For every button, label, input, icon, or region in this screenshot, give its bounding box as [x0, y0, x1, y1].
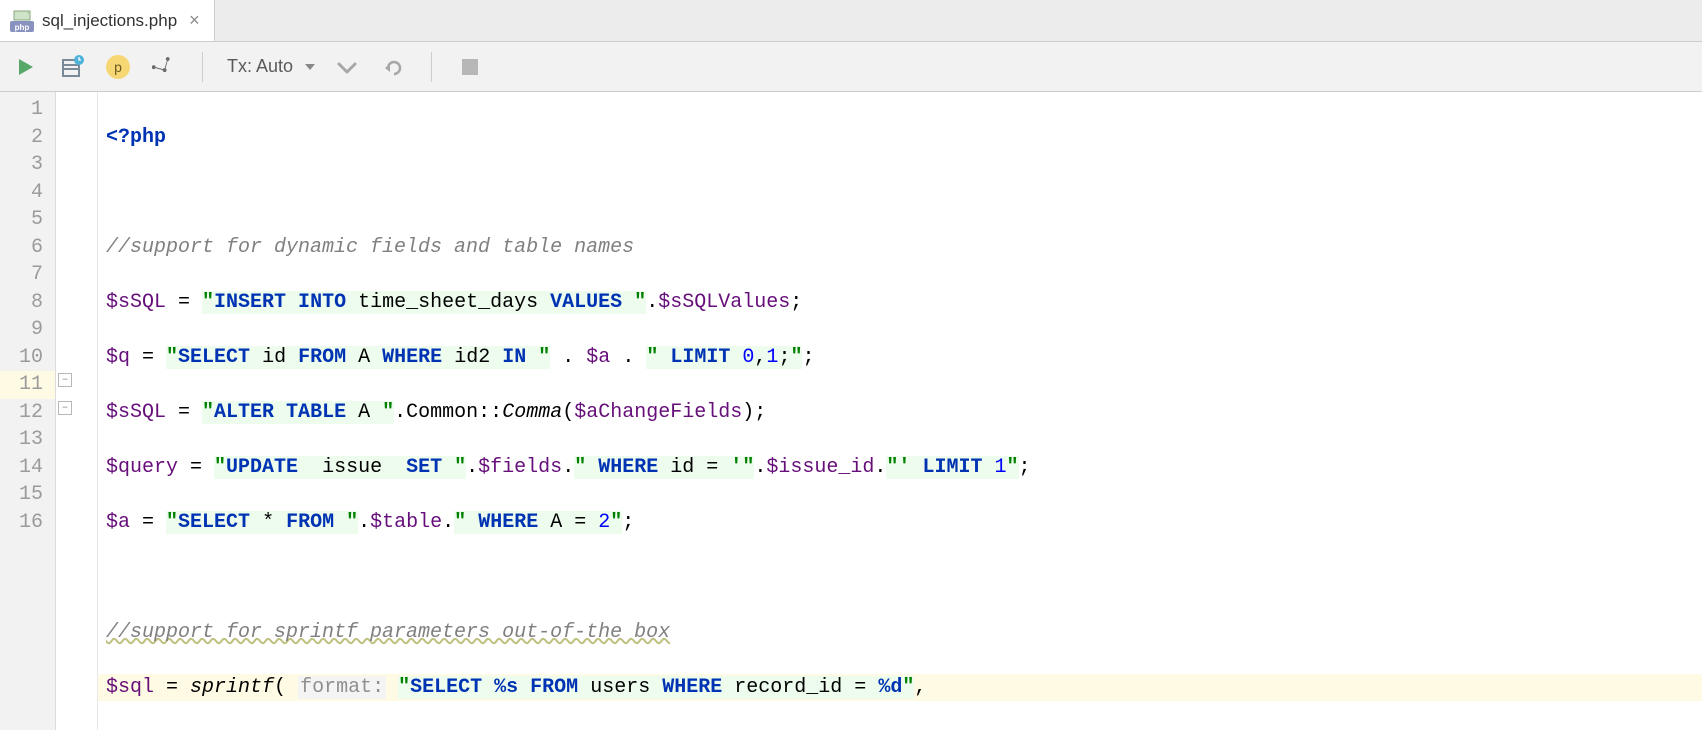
settings-button[interactable]	[150, 53, 178, 81]
run-button[interactable]	[12, 53, 40, 81]
line-number: 9	[0, 316, 55, 344]
toolbar-separator-2	[431, 52, 432, 82]
line-number: 5	[0, 206, 55, 234]
p-badge-button[interactable]: p	[104, 53, 132, 81]
svg-text:p: p	[114, 59, 122, 75]
line-number: 4	[0, 179, 55, 207]
svg-text:php: php	[15, 23, 30, 32]
line-number: 7	[0, 261, 55, 289]
line-number: 12	[0, 399, 55, 427]
comment: //support for dynamic fields and table n…	[106, 236, 634, 259]
toolbar-separator	[202, 52, 203, 82]
tx-mode-dropdown[interactable]: Tx: Auto	[227, 56, 315, 77]
tab-bar: php sql_injections.php ×	[0, 0, 1702, 42]
fold-marker-close[interactable]: –	[58, 401, 72, 415]
code-area[interactable]: <?php //support for dynamic fields and t…	[98, 92, 1702, 730]
line-number: 1	[0, 96, 55, 124]
line-number: 2	[0, 124, 55, 152]
history-button[interactable]	[58, 53, 86, 81]
tx-label: Tx: Auto	[227, 56, 293, 77]
tab-bar-empty	[215, 0, 1702, 41]
line-number: 10	[0, 344, 55, 372]
line-number: 8	[0, 289, 55, 317]
line-gutter: 1 2 3 4 5 6 7 8 9 10 11 12 13 14 15 16	[0, 92, 56, 730]
stop-button[interactable]	[456, 53, 484, 81]
line-number: 3	[0, 151, 55, 179]
php-open-tag: <?php	[106, 126, 166, 149]
line-number: 14	[0, 454, 55, 482]
line-number: 13	[0, 426, 55, 454]
inlay-hint: format:	[298, 676, 386, 699]
tab-filename: sql_injections.php	[42, 11, 177, 31]
fold-marker-open[interactable]: –	[58, 373, 72, 387]
line-number: 6	[0, 234, 55, 262]
editor-tab[interactable]: php sql_injections.php ×	[0, 0, 215, 41]
line-number: 15	[0, 481, 55, 509]
php-file-icon: php	[10, 10, 34, 32]
comment: //support for sprintf parameters out-of-…	[106, 621, 670, 644]
close-tab-icon[interactable]: ×	[189, 10, 200, 31]
rollback-button[interactable]	[379, 53, 407, 81]
toolbar: p Tx: Auto	[0, 42, 1702, 92]
fold-strip: – –	[56, 92, 98, 730]
commit-button[interactable]	[333, 53, 361, 81]
line-number: 16	[0, 509, 55, 537]
line-number: 11	[0, 371, 55, 399]
editor: 1 2 3 4 5 6 7 8 9 10 11 12 13 14 15 16 –…	[0, 92, 1702, 730]
dropdown-icon	[305, 64, 315, 70]
